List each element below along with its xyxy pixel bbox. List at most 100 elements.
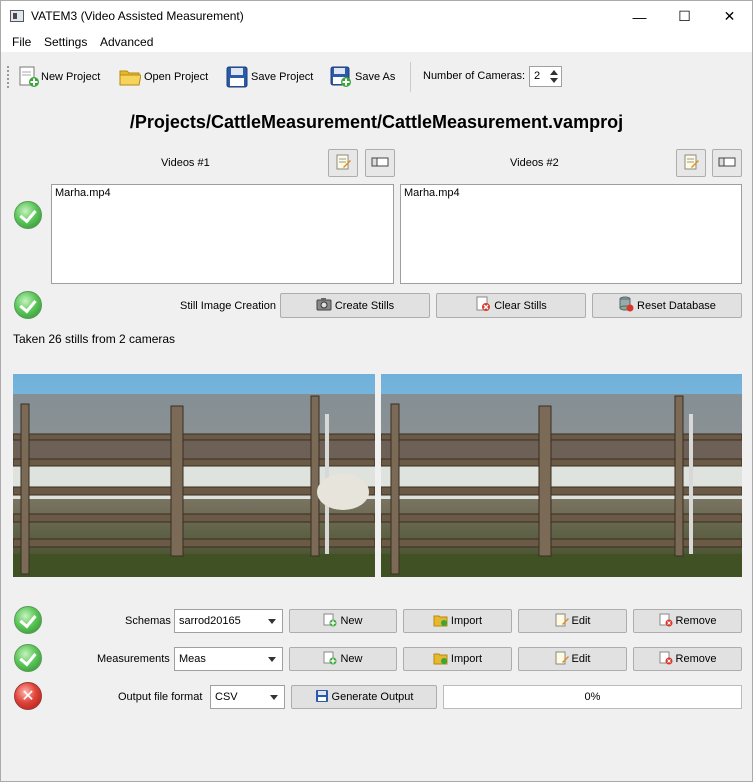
videos-1-header: Videos #1 bbox=[161, 157, 210, 169]
title-bar: VATEM3 (Video Assisted Measurement) — ☐ … bbox=[1, 1, 752, 32]
clear-document-icon bbox=[475, 296, 491, 315]
list-item[interactable]: Marha.mp4 bbox=[404, 187, 738, 199]
edit-note-icon bbox=[555, 651, 569, 668]
schemas-edit-label: Edit bbox=[571, 615, 591, 627]
schemas-new-label: New bbox=[340, 615, 363, 627]
chevron-down-icon bbox=[268, 657, 276, 662]
videos-status-check-icon bbox=[14, 201, 42, 229]
num-cameras-value: 2 bbox=[534, 70, 541, 82]
new-document-icon bbox=[323, 651, 337, 668]
measurements-edit-button[interactable]: Edit bbox=[518, 647, 627, 671]
save-as-button[interactable]: Save As bbox=[330, 63, 395, 91]
save-as-label: Save As bbox=[355, 71, 396, 83]
clear-stills-label: Clear Stills bbox=[494, 299, 547, 312]
camera-2-still-image bbox=[381, 374, 742, 577]
edit-note-icon bbox=[555, 613, 569, 630]
still-image-creation-label: Still Image Creation bbox=[180, 300, 276, 312]
import-folder-icon bbox=[433, 613, 448, 630]
videos-2-header: Videos #2 bbox=[510, 157, 559, 169]
camera-1-still-image bbox=[13, 374, 375, 577]
measurements-remove-label: Remove bbox=[675, 653, 717, 665]
output-format-select[interactable]: CSV bbox=[210, 685, 285, 709]
spin-up-arrow-icon[interactable] bbox=[550, 70, 558, 75]
clear-videos-2-button[interactable] bbox=[712, 149, 742, 177]
schemas-status-check-icon bbox=[14, 606, 42, 634]
edit-videos-2-button[interactable] bbox=[676, 149, 706, 177]
output-progress-bar: 0% bbox=[443, 685, 742, 709]
new-project-label: New Project bbox=[41, 71, 101, 83]
new-document-icon bbox=[18, 66, 39, 88]
measurements-remove-button[interactable]: Remove bbox=[633, 647, 742, 671]
create-stills-button[interactable]: Create Stills bbox=[280, 293, 430, 318]
create-stills-label: Create Stills bbox=[334, 299, 395, 312]
measurements-new-button[interactable]: New bbox=[289, 647, 397, 671]
num-cameras-spinbox[interactable]: 2 bbox=[529, 66, 562, 87]
project-path: /Projects/CattleMeasurement/CattleMeasur… bbox=[129, 112, 624, 132]
schemas-new-button[interactable]: New bbox=[289, 609, 397, 633]
measurements-label: Measurements bbox=[97, 653, 170, 665]
import-folder-icon bbox=[433, 651, 448, 668]
chevron-down-icon bbox=[268, 619, 276, 624]
window-title: VATEM3 (Video Assisted Measurement) bbox=[31, 9, 244, 23]
schemas-remove-button[interactable]: Remove bbox=[633, 609, 742, 633]
output-status-error-icon: ✕ bbox=[14, 682, 42, 710]
save-project-button[interactable]: Save Project bbox=[226, 63, 313, 91]
stills-status-check-icon bbox=[14, 291, 42, 319]
new-project-button[interactable]: New Project bbox=[18, 63, 100, 91]
save-disk-icon bbox=[315, 689, 329, 706]
videos-1-list[interactable]: Marha.mp4 bbox=[51, 184, 394, 284]
menu-file[interactable]: File bbox=[12, 35, 31, 49]
progress-text: 0% bbox=[584, 691, 601, 703]
menu-bar: File Settings Advanced bbox=[1, 32, 752, 52]
generate-output-label: Generate Output bbox=[331, 691, 414, 703]
open-project-label: Open Project bbox=[144, 71, 209, 83]
main-window: VATEM3 (Video Assisted Measurement) — ☐ … bbox=[0, 0, 753, 782]
num-cameras-label: Number of Cameras: bbox=[423, 70, 526, 82]
eraser-icon bbox=[718, 156, 736, 171]
edit-note-icon bbox=[683, 154, 699, 173]
stills-status-text: Taken 26 stills from 2 cameras bbox=[13, 332, 176, 346]
measurements-selected-value: Meas bbox=[179, 653, 206, 665]
chevron-down-icon bbox=[270, 695, 278, 700]
schemas-selected-value: sarrod20165 bbox=[179, 615, 241, 627]
measurements-import-label: Import bbox=[450, 653, 483, 665]
edit-videos-1-button[interactable] bbox=[328, 149, 358, 177]
reset-database-label: Reset Database bbox=[637, 299, 716, 312]
folder-icon bbox=[119, 66, 142, 88]
toolbar-separator bbox=[410, 62, 411, 92]
maximize-button[interactable]: ☐ bbox=[662, 1, 707, 32]
clear-stills-button[interactable]: Clear Stills bbox=[436, 293, 586, 318]
camera-icon bbox=[316, 297, 332, 314]
output-format-value: CSV bbox=[215, 691, 238, 703]
list-item[interactable]: Marha.mp4 bbox=[55, 187, 390, 199]
measurements-status-check-icon bbox=[14, 644, 42, 672]
schemas-label: Schemas bbox=[125, 615, 171, 627]
output-format-label: Output file format bbox=[118, 691, 203, 703]
eraser-icon bbox=[371, 156, 389, 171]
save-disk-icon bbox=[226, 66, 248, 88]
schemas-import-label: Import bbox=[450, 615, 483, 627]
minimize-button[interactable]: — bbox=[617, 1, 662, 32]
open-project-button[interactable]: Open Project bbox=[119, 63, 208, 91]
clear-videos-1-button[interactable] bbox=[365, 149, 395, 177]
menu-settings[interactable]: Settings bbox=[44, 35, 87, 49]
toolbar-grip bbox=[7, 66, 10, 88]
new-document-icon bbox=[323, 613, 337, 630]
close-button[interactable]: ✕ bbox=[707, 1, 752, 32]
measurements-import-button[interactable]: Import bbox=[403, 647, 512, 671]
menu-advanced[interactable]: Advanced bbox=[100, 35, 153, 49]
toolbar: New Project Open Project Save Project Sa… bbox=[1, 58, 752, 96]
spin-down-arrow-icon[interactable] bbox=[550, 78, 558, 83]
remove-document-icon bbox=[659, 651, 673, 668]
schemas-edit-button[interactable]: Edit bbox=[518, 609, 627, 633]
save-project-label: Save Project bbox=[251, 71, 314, 83]
schemas-import-button[interactable]: Import bbox=[403, 609, 512, 633]
measurements-select[interactable]: Meas bbox=[174, 647, 283, 671]
remove-document-icon bbox=[659, 613, 673, 630]
generate-output-button[interactable]: Generate Output bbox=[291, 685, 437, 709]
edit-note-icon bbox=[335, 154, 351, 173]
schemas-select[interactable]: sarrod20165 bbox=[174, 609, 283, 633]
videos-2-list[interactable]: Marha.mp4 bbox=[400, 184, 742, 284]
app-icon bbox=[10, 10, 24, 22]
reset-database-button[interactable]: Reset Database bbox=[592, 293, 742, 318]
